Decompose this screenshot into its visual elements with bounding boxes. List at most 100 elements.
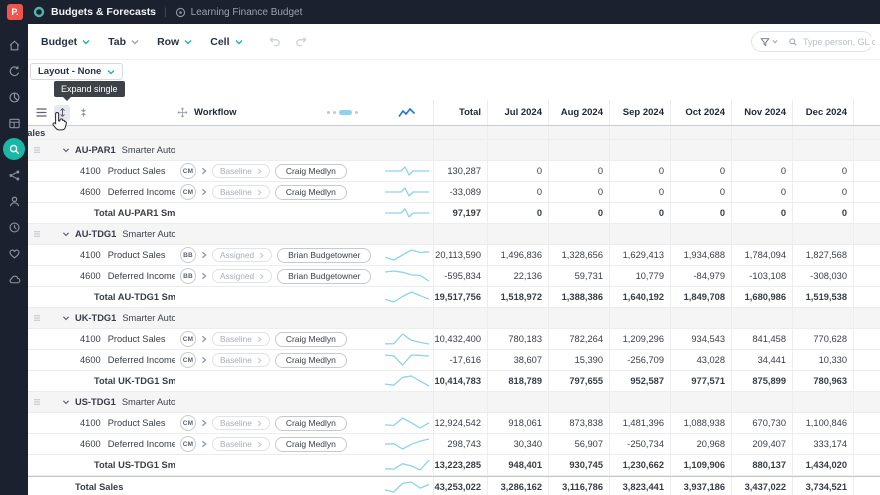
cell-oct-2024[interactable]: 934,543 [670, 329, 731, 349]
cell-dec-2024[interactable] [792, 224, 853, 244]
cell-oct-2024[interactable]: 0 [670, 182, 731, 202]
cell-sep-2024[interactable] [609, 392, 670, 412]
row-label-cell[interactable]: 4600Deferred Income [28, 182, 175, 202]
row-label-cell[interactable]: AU-PAR1Smarter Auto AU... [28, 140, 175, 160]
row-label-cell[interactable]: Sales [28, 126, 175, 139]
cell-aug-2024[interactable]: 56,907 [548, 434, 609, 454]
cell-total[interactable]: 10,432,400 [433, 329, 487, 349]
column-header-jul-2024[interactable]: Jul 2024 [487, 100, 548, 125]
sidebar-item-share[interactable] [3, 164, 25, 186]
workflow-badge[interactable]: CM [180, 163, 196, 179]
cell-dec-2024[interactable]: -308,030 [792, 266, 853, 286]
cell-aug-2024[interactable]: 0 [548, 182, 609, 202]
cell-nov-2024[interactable]: 670,730 [731, 413, 792, 433]
sparkline-column-header[interactable] [380, 100, 433, 125]
cell-oct-2024[interactable] [670, 224, 731, 244]
column-header-oct-2024[interactable]: Oct 2024 [670, 100, 731, 125]
workflow-status-pill[interactable]: Baseline [212, 164, 270, 178]
cell-dec-2024[interactable]: 1,434,020 [792, 455, 853, 475]
row-label-cell[interactable]: 4600Deferred Income [28, 266, 175, 286]
search-filter-box[interactable] [751, 31, 873, 52]
row-collapse-chevron-icon[interactable] [62, 146, 70, 154]
cell-nov-2024[interactable]: 1,784,094 [731, 245, 792, 265]
workflow-status-pill[interactable]: Baseline [212, 185, 270, 199]
workflow-badge[interactable]: BB [180, 268, 196, 284]
cell-jul-2024[interactable] [487, 140, 548, 160]
workflow-status-pill[interactable]: Baseline [212, 332, 270, 346]
cell-jul-2024[interactable] [487, 308, 548, 328]
row-label-cell[interactable]: Total UK-TDG1 Smarter Au... [28, 371, 175, 391]
row-collapse-chevron-icon[interactable] [62, 398, 70, 406]
cell-dec-2024[interactable]: 1,519,538 [792, 287, 853, 307]
cell-oct-2024[interactable] [670, 140, 731, 160]
undo-button[interactable] [268, 35, 282, 48]
cell-nov-2024[interactable] [731, 392, 792, 412]
workflow-status-pill[interactable]: Baseline [212, 353, 270, 367]
cell-nov-2024[interactable] [731, 308, 792, 328]
cell-nov-2024[interactable]: 841,458 [731, 329, 792, 349]
cell-jul-2024[interactable]: 0 [487, 182, 548, 202]
menu-cell[interactable]: Cell [201, 36, 251, 48]
cell-total[interactable]: 10,414,783 [433, 371, 487, 391]
row-label-cell[interactable]: 4100Product Sales [28, 161, 175, 181]
column-header-total[interactable]: Total [433, 100, 487, 125]
row-label-cell[interactable]: Total AU-PAR1 Smarter Au... [28, 203, 175, 223]
cell-oct-2024[interactable]: 977,571 [670, 371, 731, 391]
menu-tab[interactable]: Tab [99, 36, 148, 48]
workflow-owner-button[interactable]: Craig Medlyn [275, 437, 347, 452]
workflow-badge[interactable]: CM [180, 436, 196, 452]
cell-sep-2024[interactable]: -250,734 [609, 434, 670, 454]
row-label-cell[interactable]: 4100Product Sales [28, 245, 175, 265]
workflow-owner-button[interactable]: Craig Medlyn [275, 164, 347, 179]
row-label-cell[interactable]: Total Sales [28, 477, 175, 495]
cell-dec-2024[interactable] [792, 140, 853, 160]
cell-aug-2024[interactable] [548, 126, 609, 139]
sidebar-item-pie-chart[interactable] [3, 86, 25, 108]
cell-aug-2024[interactable] [548, 224, 609, 244]
cell-sep-2024[interactable]: 10,779 [609, 266, 670, 286]
cell-dec-2024[interactable]: 770,628 [792, 329, 853, 349]
filter-funnel-icon[interactable] [760, 37, 778, 47]
workflow-owner-button[interactable]: Craig Medlyn [275, 416, 347, 431]
cell-sep-2024[interactable]: 1,209,296 [609, 329, 670, 349]
row-label-cell[interactable]: 4100Product Sales [28, 413, 175, 433]
cell-total[interactable]: 12,924,542 [433, 413, 487, 433]
cell-jul-2024[interactable]: 30,340 [487, 434, 548, 454]
cell-total[interactable]: -595,834 [433, 266, 487, 286]
cell-oct-2024[interactable]: 1,088,938 [670, 413, 731, 433]
sidebar-item-favorites-heart[interactable] [3, 242, 25, 264]
workflow-owner-button[interactable]: Craig Medlyn [275, 353, 347, 368]
cell-oct-2024[interactable] [670, 126, 731, 139]
cell-total[interactable]: 20,113,590 [433, 245, 487, 265]
cell-total[interactable] [433, 224, 487, 244]
cell-total[interactable] [433, 126, 487, 139]
redo-button[interactable] [294, 35, 308, 48]
row-label-cell[interactable]: AU-TDG1Smarter Auto AU... [28, 224, 175, 244]
sidebar-item-apps-grid[interactable] [3, 112, 25, 134]
move-crosshair-icon[interactable] [177, 107, 188, 118]
cell-nov-2024[interactable]: 3,437,022 [731, 477, 792, 495]
drag-handle-icon[interactable] [33, 146, 41, 154]
cell-sep-2024[interactable]: -256,709 [609, 350, 670, 370]
cell-total[interactable]: -17,616 [433, 350, 487, 370]
sidebar-item-recent-clock[interactable] [3, 216, 25, 238]
cell-nov-2024[interactable]: 1,680,986 [731, 287, 792, 307]
workflow-badge[interactable]: CM [180, 331, 196, 347]
workflow-chevron-icon[interactable] [201, 167, 207, 175]
cell-aug-2024[interactable]: 1,388,386 [548, 287, 609, 307]
planful-logo[interactable]: P. [7, 4, 23, 20]
cell-nov-2024[interactable]: 880,137 [731, 455, 792, 475]
workflow-badge[interactable]: CM [180, 352, 196, 368]
cell-jul-2024[interactable]: 0 [487, 161, 548, 181]
cell-dec-2024[interactable] [792, 392, 853, 412]
row-label-cell[interactable]: UK-TDG1Smarter Auto UK ... [28, 308, 175, 328]
cell-oct-2024[interactable] [670, 392, 731, 412]
drag-handle-icon[interactable] [33, 314, 41, 322]
workflow-status-pill[interactable]: Baseline [212, 416, 270, 430]
workflow-owner-button[interactable]: Brian Budgetowner [277, 269, 371, 284]
row-label-cell[interactable]: Total AU-TDG1 Smarter Au... [28, 287, 175, 307]
cell-aug-2024[interactable]: 930,745 [548, 455, 609, 475]
cell-jul-2024[interactable]: 22,136 [487, 266, 548, 286]
menu-row[interactable]: Row [148, 36, 201, 48]
row-collapse-chevron-icon[interactable] [62, 314, 70, 322]
